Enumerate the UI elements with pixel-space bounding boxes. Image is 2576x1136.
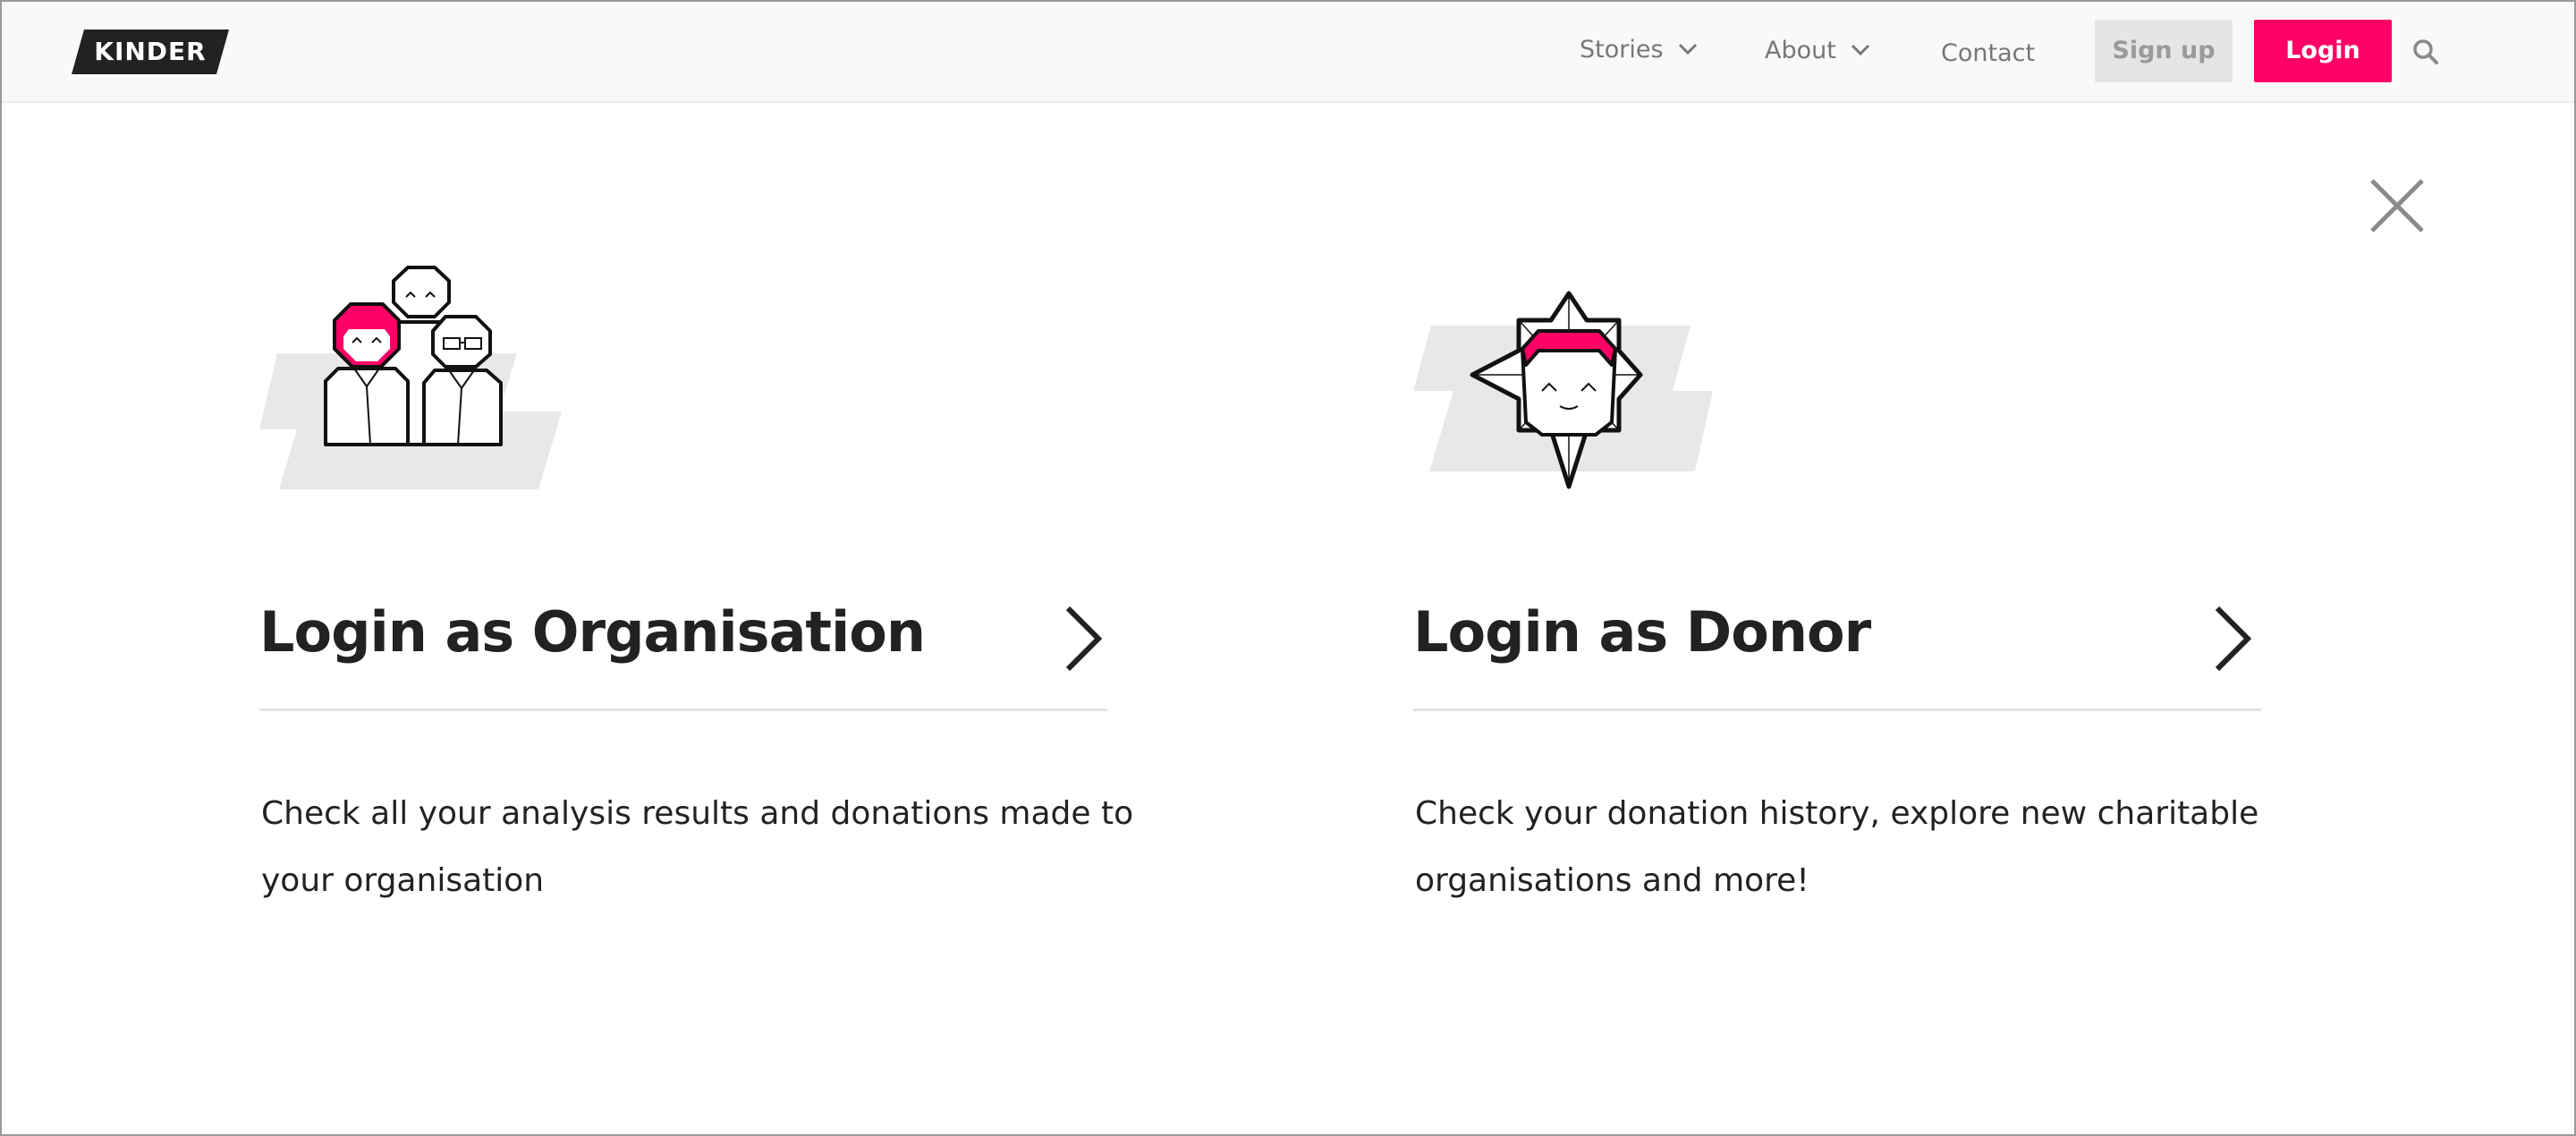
donor-login-description: Check your donation history, explore new…	[1415, 795, 2259, 899]
nav-about-label: About	[1765, 37, 1836, 64]
search-icon[interactable]	[2411, 38, 2440, 66]
chevron-down-icon	[1679, 43, 1698, 55]
logo-text: KINDER	[94, 37, 207, 66]
kinder-logo[interactable]: KINDER	[72, 30, 229, 74]
donor-login-card: Login as Donor Check your donation histo…	[1413, 252, 2308, 932]
nav-stories-label: Stories	[1580, 36, 1664, 64]
organisation-group-illustration	[259, 266, 562, 489]
donor-badge-illustration	[1413, 291, 1713, 489]
top-navigation: KINDER Stories About Contact Sign up Log…	[2, 2, 2574, 103]
donor-login-title: Login as Donor	[1413, 599, 1871, 665]
chevron-right-icon[interactable]	[2212, 605, 2255, 673]
login-choice-page: KINDER Stories About Contact Sign up Log…	[0, 0, 2576, 1136]
signup-button[interactable]: Sign up	[2095, 20, 2233, 82]
close-icon[interactable]	[2368, 177, 2426, 234]
nav-contact-label: Contact	[1941, 39, 2036, 67]
login-button[interactable]: Login	[2254, 20, 2392, 82]
nav-stories[interactable]: Stories	[1580, 28, 1698, 72]
organisation-login-card: Login as Organisation Check all your ana…	[259, 252, 1154, 932]
organisation-login-description: Check all your analysis results and dona…	[261, 795, 1134, 899]
organisation-login-title: Login as Organisation	[259, 599, 926, 665]
nav-about[interactable]: About	[1765, 29, 1870, 73]
chevron-right-icon[interactable]	[1063, 605, 1106, 673]
chevron-down-icon	[1852, 44, 1870, 55]
nav-contact[interactable]: Contact	[1941, 31, 2035, 76]
